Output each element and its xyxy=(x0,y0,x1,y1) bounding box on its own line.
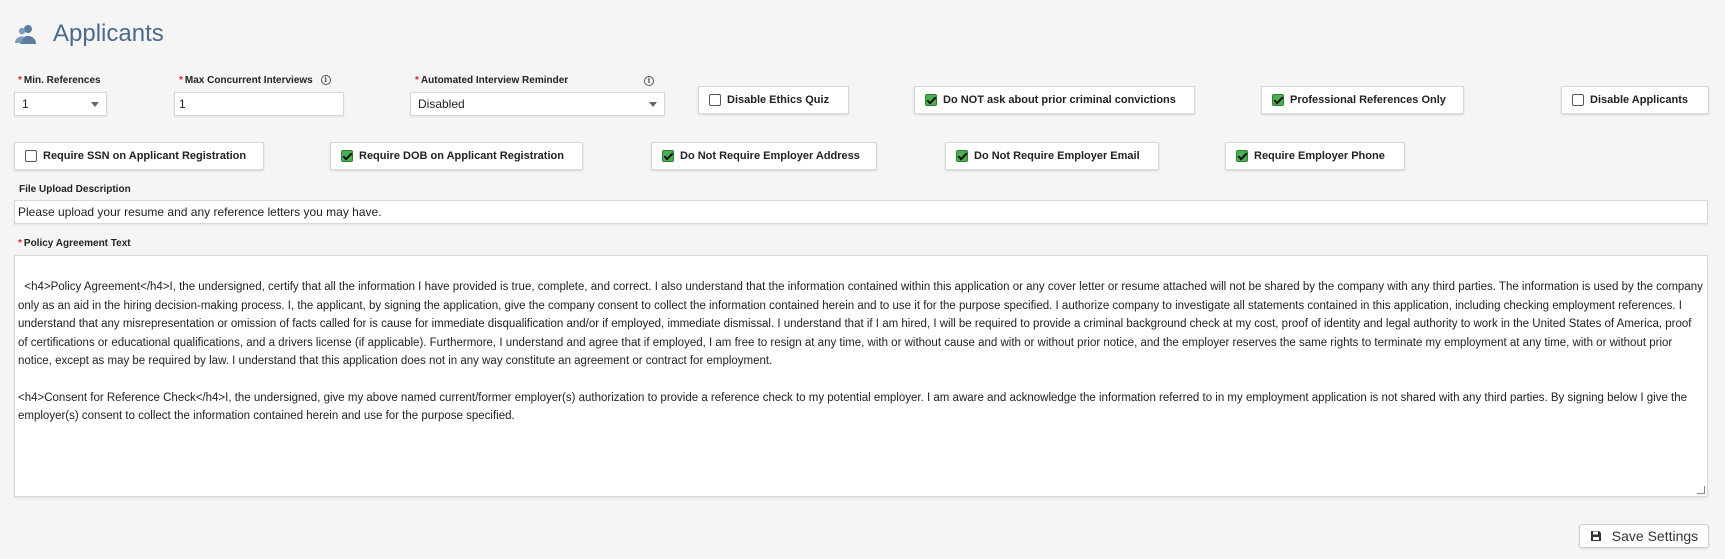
min-references-value: 1 xyxy=(22,97,29,111)
checkbox-unchecked-icon[interactable] xyxy=(709,94,721,106)
require-employer-phone-checkbox[interactable]: Require Employer Phone xyxy=(1225,142,1405,170)
no-criminal-checkbox[interactable]: Do NOT ask about prior criminal convicti… xyxy=(914,86,1195,114)
file-upload-label: File Upload Description xyxy=(19,184,131,195)
checkbox-label: Do Not Require Employer Address xyxy=(680,150,860,162)
disable-ethics-checkbox[interactable]: Disable Ethics Quiz xyxy=(698,86,849,114)
disable-applicants-checkbox[interactable]: Disable Applicants xyxy=(1561,86,1709,114)
checkbox-checked-icon[interactable] xyxy=(662,150,674,162)
checkbox-checked-icon[interactable] xyxy=(1236,150,1248,162)
save-icon xyxy=(1590,531,1601,541)
users-icon xyxy=(15,25,36,44)
max-interviews-label: * Max Concurrent Interviews i xyxy=(179,75,331,86)
checkbox-checked-icon[interactable] xyxy=(341,150,353,162)
file-upload-description-input[interactable]: Please upload your resume and any refere… xyxy=(14,200,1708,224)
checkbox-unchecked-icon[interactable] xyxy=(1572,94,1584,106)
policy-label: * Policy Agreement Text xyxy=(18,238,131,249)
page-title: Applicants xyxy=(53,20,164,47)
checkbox-label: Require Employer Phone xyxy=(1254,150,1385,162)
page-header: Applicants xyxy=(14,20,164,48)
min-references-label: * Min. References xyxy=(18,75,101,86)
reminder-select[interactable]: Disabled xyxy=(410,92,665,116)
checkbox-label: Require DOB on Applicant Registration xyxy=(359,150,564,162)
checkbox-checked-icon[interactable] xyxy=(956,150,968,162)
max-interviews-input[interactable]: 1 xyxy=(174,92,344,116)
prof-refs-checkbox[interactable]: Professional References Only xyxy=(1261,86,1464,114)
info-icon[interactable]: i xyxy=(644,76,654,86)
policy-text: <h4>Policy Agreement</h4>I, the undersig… xyxy=(18,281,1703,423)
checkbox-checked-icon[interactable] xyxy=(925,94,937,106)
chevron-down-icon xyxy=(649,101,657,107)
save-settings-label: Save Settings xyxy=(1611,528,1699,544)
save-settings-button[interactable]: Save Settings xyxy=(1579,524,1709,548)
checkbox-label: Do NOT ask about prior criminal convicti… xyxy=(943,94,1176,106)
checkbox-label: Professional References Only xyxy=(1290,94,1446,106)
checkbox-label: Disable Ethics Quiz xyxy=(727,94,830,106)
checkbox-label: Require SSN on Applicant Registration xyxy=(43,150,247,162)
require-ssn-checkbox[interactable]: Require SSN on Applicant Registration xyxy=(14,142,264,170)
require-dob-checkbox[interactable]: Require DOB on Applicant Registration xyxy=(330,142,583,170)
reminder-label: * Automated Interview Reminder xyxy=(415,75,569,86)
chevron-down-icon xyxy=(91,101,99,107)
checkbox-label: Disable Applicants xyxy=(1590,94,1689,106)
min-references-select[interactable]: 1 xyxy=(14,92,107,116)
policy-agreement-textarea[interactable]: <h4>Policy Agreement</h4>I, the undersig… xyxy=(14,255,1708,497)
reminder-value: Disabled xyxy=(418,97,465,111)
no-employer-email-checkbox[interactable]: Do Not Require Employer Email xyxy=(945,142,1159,170)
checkbox-unchecked-icon[interactable] xyxy=(25,150,37,162)
resize-handle[interactable] xyxy=(1697,486,1705,494)
info-icon[interactable]: i xyxy=(320,75,331,86)
checkbox-checked-icon[interactable] xyxy=(1272,94,1284,106)
checkbox-label: Do Not Require Employer Email xyxy=(974,150,1140,162)
no-employer-address-checkbox[interactable]: Do Not Require Employer Address xyxy=(651,142,877,170)
